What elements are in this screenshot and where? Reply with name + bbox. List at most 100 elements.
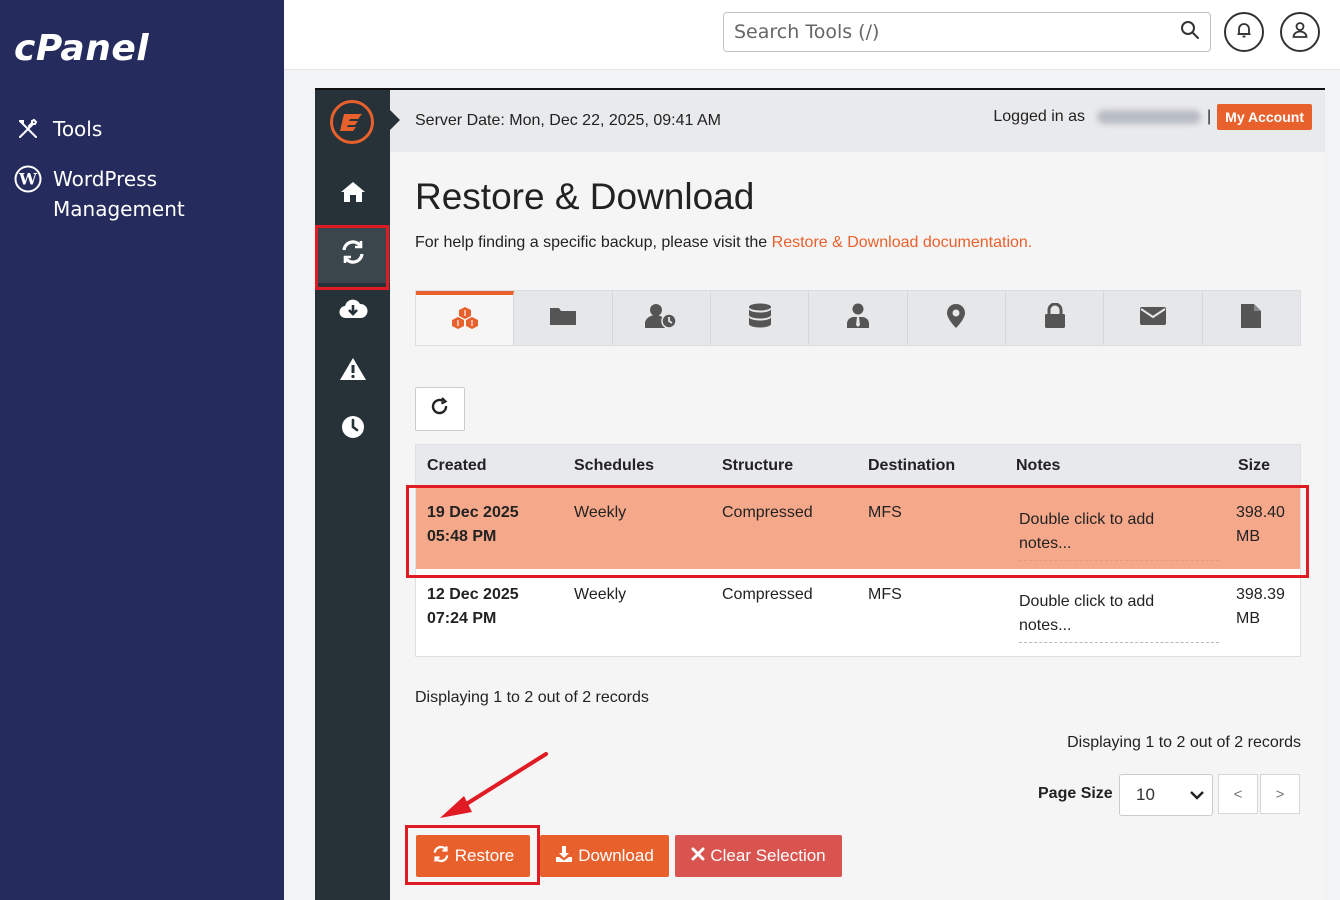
cell-structure: Compressed	[722, 504, 813, 521]
rail-download-button[interactable]	[315, 282, 390, 340]
logged-in-label: Logged in as	[993, 108, 1086, 125]
cell-destination: MFS	[868, 504, 902, 521]
bell-icon	[1234, 20, 1254, 45]
user-icon	[1290, 20, 1310, 45]
logged-in-separator: |	[1207, 108, 1212, 125]
tab-email-accounts[interactable]	[1104, 291, 1203, 345]
page-size-select[interactable]: 10	[1119, 774, 1213, 816]
sidebar-item-wordpress-management[interactable]: W WordPress Management	[14, 164, 185, 224]
search-box[interactable]	[723, 12, 1211, 52]
column-created[interactable]: Created	[427, 457, 547, 475]
download-button[interactable]: Download	[540, 835, 669, 877]
cell-schedule: Weekly	[574, 586, 627, 603]
backup-type-tabs	[415, 290, 1301, 346]
page-size-value: 10	[1136, 785, 1155, 804]
restore-icon	[432, 845, 450, 868]
home-icon	[340, 181, 366, 208]
rail-alerts-button[interactable]	[315, 342, 390, 400]
clear-selection-label: Clear Selection	[710, 846, 826, 865]
top-bar	[284, 0, 1340, 70]
cell-size: 398.39 MB	[1236, 586, 1285, 627]
tab-full-backups[interactable]	[416, 291, 515, 345]
cell-schedule: Weekly	[574, 504, 627, 521]
help-text: For help finding a specific backup, plea…	[415, 234, 1032, 252]
column-notes[interactable]: Notes	[1016, 457, 1060, 475]
close-icon	[691, 846, 705, 866]
refresh-button[interactable]	[415, 387, 465, 431]
cubes-icon	[451, 306, 479, 335]
tab-databases[interactable]	[711, 291, 810, 345]
table-header: Created Schedules Structure Destination …	[416, 445, 1300, 487]
download-icon	[555, 845, 573, 868]
sidebar-item-tools[interactable]: Tools	[14, 114, 102, 144]
cell-notes[interactable]: Double click to add notes...	[1019, 508, 1219, 561]
search-input[interactable]	[734, 21, 1180, 43]
server-date: Server Date: Mon, Dec 22, 2025, 09:41 AM	[415, 112, 721, 129]
jetbackup-rail	[315, 90, 390, 900]
logged-in-info: Logged in as | My Account	[993, 104, 1312, 130]
tab-cron-jobs[interactable]	[613, 291, 711, 345]
table-row[interactable]: 19 Dec 2025 05:48 PM Weekly Compressed M…	[416, 487, 1300, 569]
restore-button[interactable]: Restore	[416, 835, 530, 877]
records-count-pager: Displaying 1 to 2 out of 2 records	[1067, 734, 1301, 751]
records-count: Displaying 1 to 2 out of 2 records	[415, 689, 649, 706]
info-bar: Server Date: Mon, Dec 22, 2025, 09:41 AM…	[390, 90, 1325, 152]
user-tie-icon	[846, 303, 870, 334]
cell-created: 19 Dec 2025 05:48 PM	[427, 504, 519, 545]
notifications-button[interactable]	[1224, 12, 1264, 52]
tools-icon	[14, 114, 42, 144]
clear-selection-button[interactable]: Clear Selection	[675, 835, 842, 877]
page-title: Restore & Download	[415, 176, 755, 217]
clock-icon	[341, 415, 365, 444]
location-pin-icon	[946, 303, 966, 334]
cell-structure: Compressed	[722, 586, 813, 603]
tab-dns-zones[interactable]	[1203, 291, 1300, 345]
tab-domains[interactable]	[908, 291, 1006, 345]
sidebar-item-label: Tools	[53, 117, 103, 141]
refresh-icon	[430, 396, 450, 422]
my-account-button[interactable]: My Account	[1217, 104, 1312, 130]
rail-schedule-button[interactable]	[315, 400, 390, 458]
jetbackup-logo[interactable]	[330, 100, 374, 144]
cell-created: 12 Dec 2025 07:24 PM	[427, 586, 519, 627]
svg-text:W: W	[18, 170, 38, 189]
column-size[interactable]: Size	[1238, 457, 1298, 475]
column-schedules[interactable]: Schedules	[574, 457, 654, 475]
column-destination[interactable]: Destination	[868, 457, 955, 475]
cloud-download-icon	[338, 298, 368, 325]
tab-ssl-certificates[interactable]	[1006, 291, 1105, 345]
wordpress-icon: W	[14, 164, 42, 194]
user-menu-button[interactable]	[1280, 12, 1320, 52]
lock-icon	[1044, 302, 1066, 334]
search-icon[interactable]	[1180, 20, 1200, 45]
cell-notes[interactable]: Double click to add notes...	[1019, 590, 1219, 643]
documentation-link[interactable]: Restore & Download documentation.	[772, 234, 1033, 251]
folder-icon	[549, 305, 577, 332]
chevron-down-icon	[1190, 785, 1204, 805]
column-structure[interactable]: Structure	[722, 457, 793, 475]
tab-database-users[interactable]	[809, 291, 908, 345]
database-icon	[748, 303, 772, 334]
restore-label: Restore	[454, 846, 515, 865]
cell-size: 398.40 MB	[1236, 504, 1285, 545]
warning-icon	[339, 357, 367, 386]
info-bar-notch	[390, 110, 400, 130]
previous-page-button[interactable]: <	[1218, 774, 1258, 814]
cpanel-sidebar: cPanel Tools W WordPress Management	[0, 0, 284, 900]
rail-home-button[interactable]	[315, 165, 390, 223]
annotation-arrow-icon	[440, 752, 548, 818]
table-row[interactable]: 12 Dec 2025 07:24 PM Weekly Compressed M…	[416, 569, 1300, 651]
rail-restore-button[interactable]	[315, 225, 390, 283]
cpanel-logo[interactable]: cPanel	[14, 28, 149, 69]
cell-destination: MFS	[868, 586, 902, 603]
page-size-label: Page Size	[1038, 785, 1113, 802]
next-page-button[interactable]: >	[1260, 774, 1300, 814]
help-text-prefix: For help finding a specific backup, plea…	[415, 234, 772, 251]
tab-files[interactable]	[514, 291, 613, 345]
restore-icon	[340, 239, 366, 270]
blurred-username	[1097, 110, 1202, 124]
user-clock-icon	[644, 303, 678, 334]
sidebar-item-label: WordPress Management	[53, 167, 185, 221]
backups-table: Created Schedules Structure Destination …	[415, 444, 1301, 657]
file-icon	[1240, 303, 1262, 334]
